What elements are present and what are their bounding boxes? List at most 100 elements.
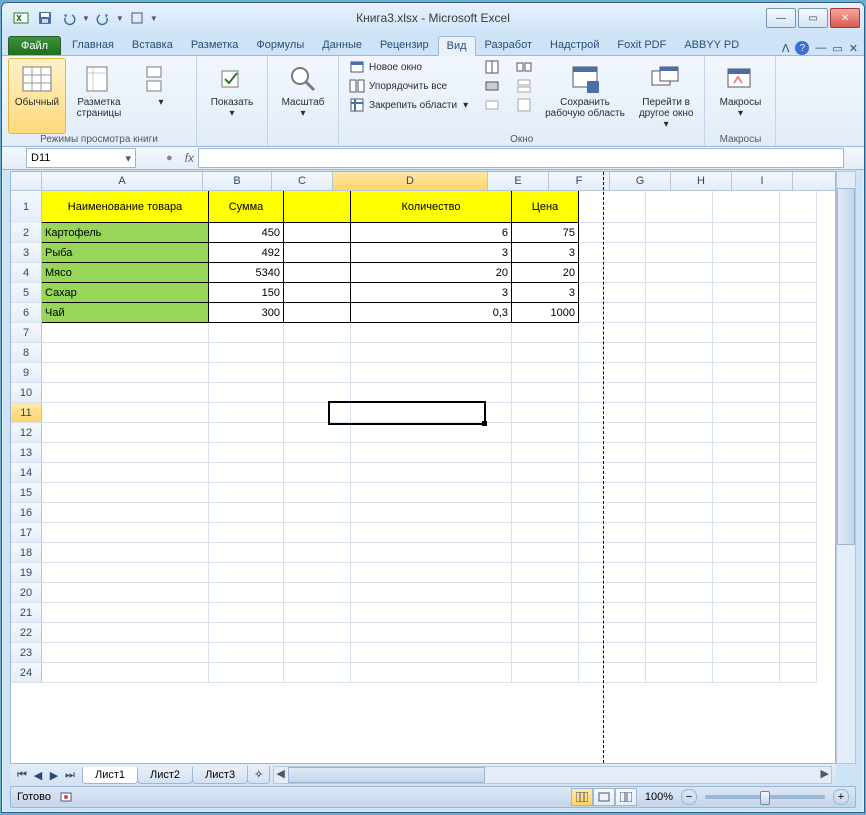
row-header[interactable]: 14 — [11, 463, 42, 483]
cell[interactable] — [209, 403, 284, 423]
cell[interactable] — [713, 383, 780, 403]
col-header-g[interactable]: G — [610, 172, 671, 190]
cell[interactable] — [351, 523, 512, 543]
cell[interactable] — [646, 403, 713, 423]
sheet-tab-2[interactable]: Лист2 — [137, 767, 193, 784]
cell[interactable] — [646, 503, 713, 523]
row-header[interactable]: 6 — [11, 303, 42, 323]
fx-icon[interactable]: fx — [185, 151, 194, 165]
cell[interactable] — [42, 583, 209, 603]
cell[interactable] — [646, 343, 713, 363]
cell[interactable] — [780, 383, 817, 403]
zoom-button[interactable]: Масштаб▾ — [274, 58, 332, 145]
zoom-slider[interactable] — [705, 795, 825, 799]
cell[interactable] — [646, 263, 713, 283]
cell[interactable]: Рыба — [42, 243, 209, 263]
cell[interactable] — [284, 191, 351, 223]
row-header[interactable]: 16 — [11, 503, 42, 523]
zoom-out-button[interactable]: − — [681, 789, 697, 805]
cell[interactable] — [209, 383, 284, 403]
cell[interactable] — [780, 223, 817, 243]
col-header-f[interactable]: F — [549, 172, 610, 190]
cell[interactable] — [713, 483, 780, 503]
cell[interactable] — [646, 243, 713, 263]
cell[interactable] — [646, 663, 713, 683]
cell[interactable]: Сахар — [42, 283, 209, 303]
tab-layout[interactable]: Разметка — [182, 35, 248, 55]
row-header[interactable]: 3 — [11, 243, 42, 263]
cell[interactable] — [42, 543, 209, 563]
cell[interactable]: 450 — [209, 223, 284, 243]
row-header[interactable]: 23 — [11, 643, 42, 663]
switch-windows-button[interactable]: Перейти в другое окно▾ — [634, 58, 699, 134]
cell[interactable] — [284, 563, 351, 583]
cell[interactable] — [512, 443, 579, 463]
cell[interactable] — [209, 343, 284, 363]
cell[interactable] — [713, 263, 780, 283]
row-header[interactable]: 21 — [11, 603, 42, 623]
show-button[interactable]: Показать▾ — [203, 58, 261, 145]
cell[interactable] — [579, 303, 646, 323]
cell[interactable] — [780, 403, 817, 423]
cell[interactable] — [780, 563, 817, 583]
cell[interactable]: 75 — [512, 223, 579, 243]
cell[interactable] — [579, 191, 646, 223]
cell[interactable] — [284, 323, 351, 343]
cell[interactable]: 300 — [209, 303, 284, 323]
cell[interactable]: 1000 — [512, 303, 579, 323]
cell[interactable] — [512, 543, 579, 563]
chevron-down-icon[interactable]: ▾ — [125, 152, 131, 165]
cell[interactable] — [713, 663, 780, 683]
cell[interactable] — [646, 643, 713, 663]
cell[interactable] — [579, 243, 646, 263]
cell[interactable] — [42, 463, 209, 483]
sheet-nav-next[interactable]: ▶ — [46, 767, 62, 783]
row-header[interactable]: 9 — [11, 363, 42, 383]
cell[interactable] — [351, 383, 512, 403]
cell[interactable] — [42, 523, 209, 543]
cell[interactable] — [579, 343, 646, 363]
cell[interactable]: Чай — [42, 303, 209, 323]
tab-foxit[interactable]: Foxit PDF — [608, 35, 675, 55]
view-normal-icon[interactable] — [571, 788, 593, 806]
redo-icon[interactable] — [92, 7, 114, 29]
freeze-panes-button[interactable]: Закрепить области▾ — [345, 96, 472, 114]
cell[interactable] — [579, 523, 646, 543]
cell[interactable] — [646, 283, 713, 303]
cell[interactable] — [646, 363, 713, 383]
cell[interactable] — [209, 443, 284, 463]
cell[interactable]: Цена — [512, 191, 579, 223]
tab-addins[interactable]: Надстрой — [541, 35, 608, 55]
cell[interactable] — [284, 583, 351, 603]
hscroll-thumb[interactable] — [288, 767, 485, 783]
col-header-b[interactable]: B — [203, 172, 272, 190]
cell[interactable]: 0,3 — [351, 303, 512, 323]
sync1-button[interactable] — [512, 58, 536, 76]
cell[interactable] — [42, 503, 209, 523]
cell[interactable] — [512, 403, 579, 423]
arrange-all-button[interactable]: Упорядочить все — [345, 77, 472, 95]
cell[interactable] — [713, 223, 780, 243]
cell[interactable] — [284, 503, 351, 523]
col-header-i[interactable]: I — [732, 172, 793, 190]
cell[interactable]: 3 — [351, 283, 512, 303]
cell[interactable] — [284, 463, 351, 483]
cell[interactable] — [780, 663, 817, 683]
new-sheet-button[interactable]: ✧ — [247, 766, 270, 784]
cell[interactable] — [512, 523, 579, 543]
cell[interactable]: Наименование товара — [42, 191, 209, 223]
cell[interactable] — [780, 303, 817, 323]
cell[interactable] — [646, 483, 713, 503]
cell[interactable] — [579, 383, 646, 403]
cell[interactable] — [713, 623, 780, 643]
reset-pos-button[interactable] — [512, 96, 536, 114]
minimize-button[interactable]: — — [766, 8, 796, 28]
save-workspace-button[interactable]: Сохранить рабочую область — [540, 58, 630, 134]
cell[interactable]: Количество — [351, 191, 512, 223]
sync2-button[interactable] — [512, 77, 536, 95]
cell[interactable] — [646, 623, 713, 643]
cell[interactable] — [579, 583, 646, 603]
cell[interactable] — [579, 283, 646, 303]
cell[interactable] — [284, 603, 351, 623]
split-button[interactable] — [480, 58, 504, 76]
